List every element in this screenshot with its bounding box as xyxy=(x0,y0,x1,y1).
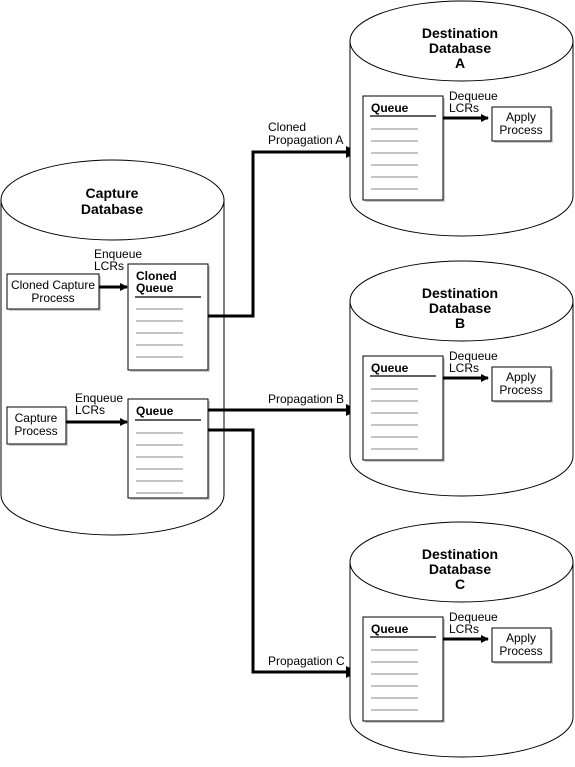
dequeue-label: LCRs xyxy=(449,622,479,636)
propagation-a-arrow xyxy=(208,146,358,318)
propagation-a-label: Propagation A xyxy=(268,133,343,147)
destination-database-b: Destination Database B Queue Dequeue LCR… xyxy=(349,260,574,497)
apply-process-label: Process xyxy=(499,383,542,397)
destination-queue-title: Queue xyxy=(371,622,409,636)
cloned-capture-process-label: Process xyxy=(31,291,74,305)
apply-process-label: Process xyxy=(499,644,542,658)
capture-process-label: Capture xyxy=(15,411,58,425)
capture-db-title: Capture xyxy=(86,185,139,201)
apply-process-label: Apply xyxy=(506,110,536,124)
destination-title: Destination xyxy=(422,25,498,41)
destination-title: B xyxy=(455,315,465,331)
destination-queue-title: Queue xyxy=(371,361,409,375)
propagation-b-label: Propagation B xyxy=(268,392,344,406)
destination-database-c: Destination Database C Queue Dequeue LCR… xyxy=(349,521,574,758)
propagations: Cloned Propagation A Propagation B Propa… xyxy=(208,120,358,678)
destination-title: Destination xyxy=(422,546,498,562)
diagram: Capture Database Cloned Capture Process … xyxy=(0,0,574,758)
apply-process-label: Apply xyxy=(506,631,536,645)
propagation-c-arrow xyxy=(208,428,358,678)
destination-title: Database xyxy=(429,561,491,577)
dequeue-label: LCRs xyxy=(449,361,479,375)
dequeue-label: LCRs xyxy=(449,101,479,115)
enqueue-label: LCRs xyxy=(75,403,105,417)
destination-title: Destination xyxy=(422,285,498,301)
destination-title: Database xyxy=(429,300,491,316)
destination-database-a: Destination Database A Queue Dequeue LCR… xyxy=(349,0,574,237)
capture-database: Capture Database Cloned Capture Process … xyxy=(0,159,225,536)
propagation-a-label: Cloned xyxy=(268,120,306,134)
capture-queue-title: Queue xyxy=(136,404,174,418)
cloned-capture-process-label: Cloned Capture xyxy=(11,278,95,292)
cloned-queue-title: Queue xyxy=(136,281,174,295)
enqueue-label: LCRs xyxy=(94,259,124,273)
destination-title: C xyxy=(455,576,465,592)
capture-process-label: Process xyxy=(14,424,57,438)
apply-process-label: Apply xyxy=(506,370,536,384)
destination-title: Database xyxy=(429,40,491,56)
apply-process-label: Process xyxy=(499,123,542,137)
destination-queue-title: Queue xyxy=(371,101,409,115)
capture-db-title: Database xyxy=(81,201,143,217)
propagation-c-label: Propagation C xyxy=(268,654,345,668)
destination-title: A xyxy=(455,55,465,71)
